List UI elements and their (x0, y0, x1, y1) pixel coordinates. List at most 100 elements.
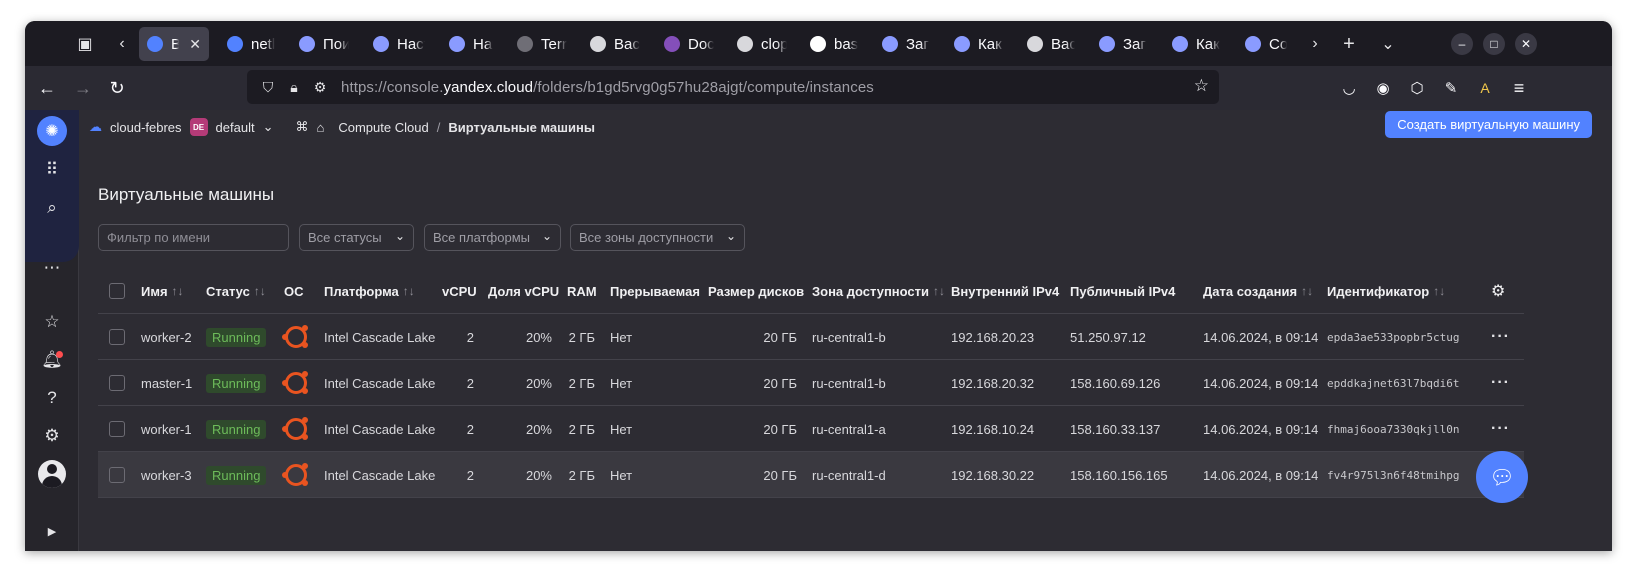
tab-label: Terraform (541, 35, 567, 53)
col-platform[interactable]: Платформа ↑↓ (324, 268, 415, 314)
create-vm-button[interactable]: Создать виртуальную машину (1385, 111, 1592, 138)
col-id[interactable]: Идентификатор ↑↓ (1327, 268, 1445, 314)
platform-filter-select[interactable]: Все платформы ⌄ (424, 224, 561, 251)
cell-created: 14.06.2024, в 09:14 (1203, 375, 1319, 391)
browser-tab[interactable]: clopro (729, 27, 795, 61)
browser-tab[interactable]: Как создать (1164, 27, 1228, 61)
tab-manager-icon[interactable]: ▣ (70, 29, 100, 59)
row-checkbox[interactable] (109, 406, 125, 452)
address-bar[interactable]: ⛉ 🔒︎ ⚙ https://console.yandex.cloud/fold… (247, 70, 1219, 104)
folder-name[interactable]: default (216, 120, 255, 135)
tab-label: Настройка (397, 35, 425, 53)
status-filter-select[interactable]: Все статусы ⌄ (299, 224, 414, 251)
row-checkbox[interactable] (109, 452, 125, 498)
tabs-scroll-right-icon[interactable]: › (1300, 29, 1330, 59)
row-checkbox[interactable] (109, 360, 125, 406)
extension-pin-icon[interactable]: ✎ (1437, 74, 1465, 102)
browser-tab[interactable]: netlify (219, 27, 283, 61)
search-icon[interactable]: ⌕ (36, 192, 68, 224)
row-actions-more-icon[interactable]: ··· (1491, 314, 1510, 360)
browser-tab[interactable]: Настройка (365, 27, 433, 61)
yandex-cloud-icon (147, 36, 163, 52)
browser-tab[interactable]: Загрузка (1091, 27, 1155, 61)
maximize-icon[interactable]: □ (1483, 33, 1505, 55)
cloud-name[interactable]: cloud-febres (110, 120, 182, 135)
close-tab-icon[interactable]: ✕ (189, 36, 201, 53)
tabs-scroll-left-icon[interactable]: ‹ (107, 29, 137, 59)
sort-icon[interactable]: ↑↓ (1301, 284, 1313, 298)
cell-vcpu: 2 (466, 421, 474, 437)
minimize-icon[interactable]: – (1451, 33, 1473, 55)
col-status[interactable]: Статус ↑↓ (206, 268, 266, 314)
cell-preemptible: Нет (610, 467, 633, 483)
zone-filter-select[interactable]: Все зоны доступности ⌄ (570, 224, 745, 251)
extensions-icon[interactable]: ⬡ (1403, 74, 1431, 102)
select-all-checkbox[interactable] (109, 268, 125, 314)
column-settings-gear-icon[interactable]: ⚙ (1491, 268, 1505, 314)
pocket-icon[interactable]: ◡ (1335, 74, 1363, 102)
help-icon[interactable]: ? (36, 382, 68, 414)
forward-icon[interactable]: → (69, 74, 97, 102)
settings-gear-icon[interactable]: ⚙ (36, 420, 68, 452)
table-row[interactable]: worker-1 Running Intel Cascade Lake 2 20% 2 Г… (98, 406, 1524, 452)
cell-preemptible: Нет (610, 329, 633, 345)
breadcrumb-current: Виртуальные машины (448, 119, 595, 135)
row-actions-more-icon[interactable]: ··· (1491, 360, 1510, 406)
back-icon[interactable]: ← (33, 74, 61, 102)
shield-icon[interactable]: ⛉ (257, 79, 279, 96)
cell-name[interactable]: worker-3 (141, 452, 192, 498)
home-icon[interactable]: ⌂ (317, 120, 325, 135)
sort-icon[interactable]: ↑↓ (403, 284, 415, 298)
account-icon[interactable]: ◉ (1369, 74, 1397, 102)
browser-tab[interactable]: Начало (441, 27, 501, 61)
table-row[interactable]: master-1 Running Intel Cascade Lake 2 20% 2 Г… (98, 360, 1524, 406)
tab-list-chevron-icon[interactable]: ⌄ (1373, 29, 1403, 59)
expand-rail-icon[interactable]: ▶ (36, 515, 68, 547)
table-row[interactable]: worker-3 Running Intel Cascade Lake 2 20% 2 Г… (98, 452, 1524, 498)
row-actions-more-icon[interactable]: ··· (1491, 406, 1510, 452)
translate-icon[interactable]: A (1471, 74, 1499, 102)
new-tab-icon[interactable]: + (1334, 29, 1364, 59)
compute-cloud-logo-icon[interactable]: ✺ (37, 116, 67, 146)
browser-tab[interactable]: Поиск (291, 27, 357, 61)
cell-name[interactable]: master-1 (141, 360, 192, 406)
close-window-icon[interactable]: ✕ (1515, 33, 1537, 55)
sort-icon[interactable]: ↑↓ (933, 284, 945, 298)
col-name[interactable]: Имя ↑↓ (141, 268, 184, 314)
cell-name[interactable]: worker-1 (141, 406, 192, 452)
breadcrumb-service[interactable]: Compute Cloud (338, 120, 428, 135)
structure-icon[interactable]: ⌘ (296, 119, 309, 135)
url-text[interactable]: https://console.yandex.cloud/folders/b1g… (341, 79, 874, 96)
col-zone[interactable]: Зона доступности ↑↓ (812, 268, 945, 314)
menu-icon[interactable]: ≡ (1505, 74, 1533, 102)
row-checkbox[interactable] (109, 314, 125, 360)
browser-tab[interactable]: Виртуальные машины ✕ (139, 27, 209, 61)
favorites-star-icon[interactable]: ☆ (36, 306, 68, 338)
cell-name[interactable]: worker-2 (141, 314, 192, 360)
sort-icon[interactable]: ↑↓ (254, 284, 266, 298)
name-filter-input[interactable]: Фильтр по имени (98, 224, 289, 251)
permissions-icon[interactable]: ⚙ (309, 79, 331, 96)
user-avatar[interactable] (38, 460, 66, 488)
reload-icon[interactable]: ↻ (103, 74, 131, 102)
more-icon[interactable]: ⋯ (36, 252, 68, 284)
browser-tab[interactable]: Backend (582, 27, 648, 61)
browser-tab[interactable]: Backend (1019, 27, 1083, 61)
notifications-bell-icon[interactable]: 🔔︎ (36, 344, 68, 376)
browser-tab[interactable]: Загрузка (874, 27, 938, 61)
support-chat-button[interactable]: 💬︎ (1476, 451, 1528, 503)
sort-icon[interactable]: ↑↓ (172, 284, 184, 298)
bookmark-star-icon[interactable]: ☆ (1194, 76, 1209, 96)
all-services-icon[interactable]: ⠿ (36, 154, 68, 186)
table-row[interactable]: worker-2 Running Intel Cascade Lake 2 20% 2 Г… (98, 314, 1524, 360)
folder-chevron-down-icon[interactable]: ⌄ (263, 119, 274, 135)
cell-vcpu: 2 (466, 467, 474, 483)
browser-tab[interactable]: Docs (656, 27, 722, 61)
sort-icon[interactable]: ↑↓ (1433, 284, 1445, 298)
browser-tab[interactable]: Как создать (946, 27, 1012, 61)
browser-tab[interactable]: Terraform (509, 27, 575, 61)
col-created[interactable]: Дата создания ↑↓ (1203, 268, 1313, 314)
browser-tab[interactable]: base (802, 27, 866, 61)
lock-icon[interactable]: 🔒︎ (283, 79, 305, 96)
browser-tab[interactable]: Создание (1237, 27, 1295, 61)
